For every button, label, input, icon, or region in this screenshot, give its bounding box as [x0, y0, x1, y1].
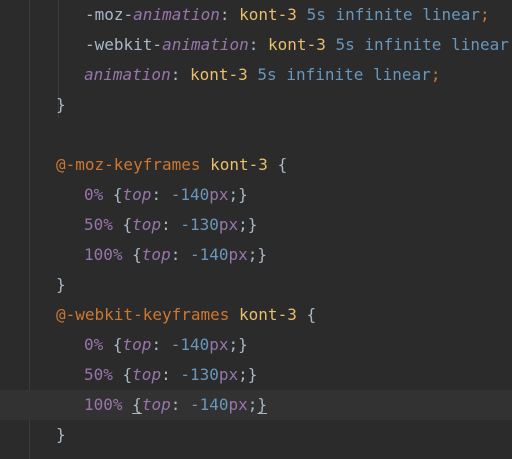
- code-text: -moz-animation: kont-3 5s infinite linea…: [85, 5, 490, 24]
- code-text: }: [56, 95, 66, 114]
- code-text: -webkit-animation: kont-3 5s infinite li…: [85, 35, 512, 54]
- code-line[interactable]: animation: kont-3 5s infinite linear;: [0, 60, 512, 90]
- code-line[interactable]: -webkit-animation: kont-3 5s infinite li…: [0, 30, 512, 60]
- code-line[interactable]: 0% {top: -140px;}: [0, 180, 512, 210]
- code-text: 0% {top: -140px;}: [84, 335, 248, 354]
- code-text: 50% {top: -130px;}: [84, 365, 258, 384]
- code-line[interactable]: 100% {top: -140px;}: [0, 240, 512, 270]
- code-text: 100% {top: -140px;}: [84, 245, 268, 264]
- code-line[interactable]: }: [0, 270, 512, 300]
- code-line[interactable]: -moz-animation: kont-3 5s infinite linea…: [0, 0, 512, 30]
- code-text: }: [56, 275, 66, 294]
- matched-bracket-close: }: [257, 395, 268, 414]
- code-line[interactable]: @-moz-keyframes kont-3 {: [0, 150, 512, 180]
- code-text: 50% {top: -130px;}: [84, 215, 258, 234]
- code-text: @-moz-keyframes kont-3 {: [56, 155, 288, 174]
- code-line[interactable]: }: [0, 420, 512, 450]
- code-text: @-webkit-keyframes kont-3 {: [56, 305, 317, 324]
- code-line[interactable]: 50% {top: -130px;}: [0, 210, 512, 240]
- code-line[interactable]: 50% {top: -130px;}: [0, 360, 512, 390]
- code-text: 0% {top: -140px;}: [84, 185, 248, 204]
- code-line[interactable]: [0, 120, 512, 150]
- matched-bracket-open: {: [132, 395, 142, 414]
- code-line[interactable]: @-webkit-keyframes kont-3 {: [0, 300, 512, 330]
- code-text: animation: kont-3 5s infinite linear;: [84, 65, 441, 84]
- code-editor[interactable]: -moz-animation: kont-3 5s infinite linea…: [0, 0, 512, 459]
- code-text: 100% {top: -140px;}: [84, 395, 268, 414]
- code-text: }: [56, 425, 66, 444]
- current-code-line[interactable]: 100% {top: -140px;}: [0, 390, 512, 420]
- code-line[interactable]: }: [0, 90, 512, 120]
- code-line[interactable]: 0% {top: -140px;}: [0, 330, 512, 360]
